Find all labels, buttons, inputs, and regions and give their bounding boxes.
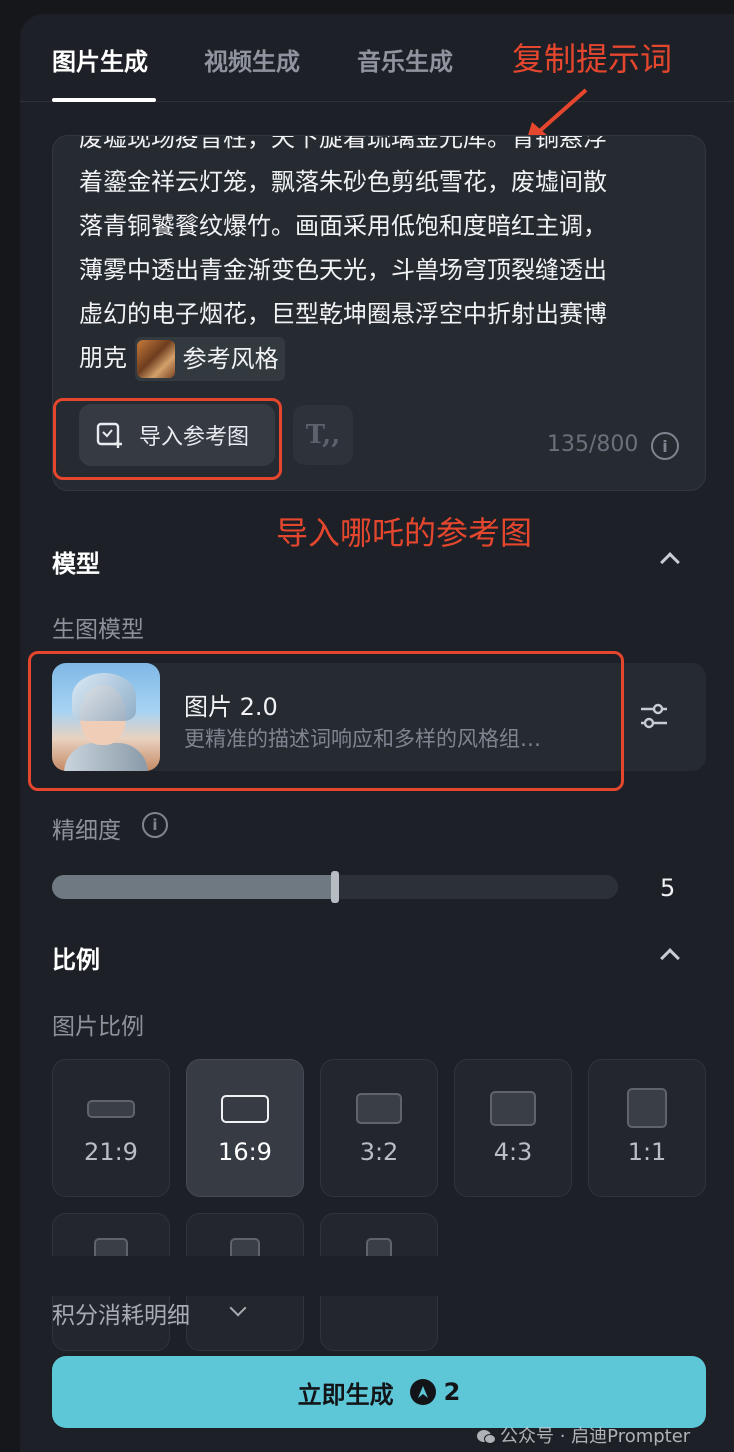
wechat-icon (477, 1430, 496, 1444)
active-tab-indicator (52, 98, 156, 102)
text-format-icon: T,, (305, 420, 341, 450)
ratio-label: 4:3 (493, 1138, 533, 1166)
ratio-option-3-2[interactable]: 3:2 (320, 1059, 438, 1197)
annotation-copy-prompt: 复制提示词 (512, 40, 673, 78)
generate-cost: 2 (443, 1378, 461, 1406)
text-style-button[interactable]: T,, (293, 405, 353, 465)
detail-slider-thumb[interactable] (331, 871, 339, 903)
generation-panel: 图片生成 视频生成 音乐生成 复制提示词 废墟现场疫音柱，天下旋着琉璃金光库。青… (20, 14, 734, 1452)
ratio-label: 16:9 (218, 1138, 272, 1166)
reference-style-chip[interactable]: 参考风格 (134, 337, 285, 381)
prompt-line: 废墟现场疫音柱，天下旋着琉璃金光库。青铜悬浮 (79, 135, 607, 152)
reference-style-thumbnail (136, 340, 175, 378)
ratio-4-3-icon (490, 1091, 536, 1126)
ratio-label: 3:2 (359, 1138, 399, 1166)
prompt-text: 废墟现场疫音柱，天下旋着琉璃金光库。青铜悬浮 着鎏金祥云灯笼，飘落朱砂色剪纸雪花… (79, 135, 679, 381)
detail-info-icon[interactable]: i (142, 812, 168, 838)
reference-style-label: 参考风格 (182, 345, 279, 373)
tab-music-generation[interactable]: 音乐生成 (357, 42, 453, 77)
annotation-import-highlight (53, 398, 282, 480)
detail-slider-fill (52, 875, 335, 899)
tab-video-generation[interactable]: 视频生成 (204, 42, 300, 77)
ratio-option-16-9[interactable]: 16:9 (186, 1059, 304, 1197)
ratio-16-9-icon (221, 1095, 269, 1123)
prompt-line: 朋克 参考风格 (79, 336, 679, 381)
ratio-section-title: 比例 (52, 946, 100, 974)
ratio-label: 1:1 (627, 1138, 667, 1166)
detail-label: 精细度 (52, 818, 121, 844)
ratio-subtitle: 图片比例 (52, 1014, 144, 1040)
chevron-up-icon[interactable] (660, 948, 680, 968)
sliders-settings-icon[interactable] (638, 701, 670, 731)
tab-image-generation[interactable]: 图片生成 (52, 42, 148, 77)
annotation-import-reference: 导入哪吒的参考图 (276, 514, 533, 552)
ratio-option-1-1[interactable]: 1:1 (588, 1059, 706, 1197)
cost-detail-toggle[interactable]: 积分消耗明细 (52, 1296, 190, 1330)
watermark: 公众号 · 启迪Prompter (476, 1422, 690, 1448)
model-subtitle: 生图模型 (52, 617, 144, 643)
annotation-model-highlight (28, 651, 624, 791)
ratio-3-2-icon (356, 1093, 402, 1124)
generate-button[interactable]: 立即生成 2 (52, 1356, 706, 1428)
prompt-line: 着鎏金祥云灯笼，飘落朱砂色剪纸雪花，废墟间散 (79, 168, 607, 196)
model-section-title: 模型 (52, 550, 100, 578)
ratio-label: 21:9 (84, 1138, 138, 1166)
scroll-fade (20, 1256, 734, 1296)
ratio-option-4-3[interactable]: 4:3 (454, 1059, 572, 1197)
prompt-line: 虚幻的电子烟花，巨型乾坤圈悬浮空中折射出赛博 (79, 300, 607, 328)
ratio-option-21-9[interactable]: 21:9 (52, 1059, 170, 1197)
prompt-line: 薄雾中透出青金渐变色天光，斗兽场穹顶裂缝透出 (79, 256, 607, 284)
generate-label: 立即生成 (297, 1380, 394, 1409)
info-icon[interactable]: i (651, 432, 679, 460)
prompt-line-prefix: 朋克 (79, 344, 127, 372)
credit-icon (409, 1379, 436, 1405)
ratio-21-9-icon (87, 1100, 135, 1118)
character-counter: 135/800 (547, 432, 639, 457)
watermark-text: 公众号 · 启迪Prompter (500, 1426, 691, 1447)
prompt-line: 落青铜饕餮纹爆竹。画面采用低饱和度暗红主调， (79, 212, 607, 240)
ratio-1-1-icon (627, 1088, 667, 1128)
chevron-up-icon[interactable] (660, 552, 680, 572)
detail-value: 5 (660, 874, 676, 902)
